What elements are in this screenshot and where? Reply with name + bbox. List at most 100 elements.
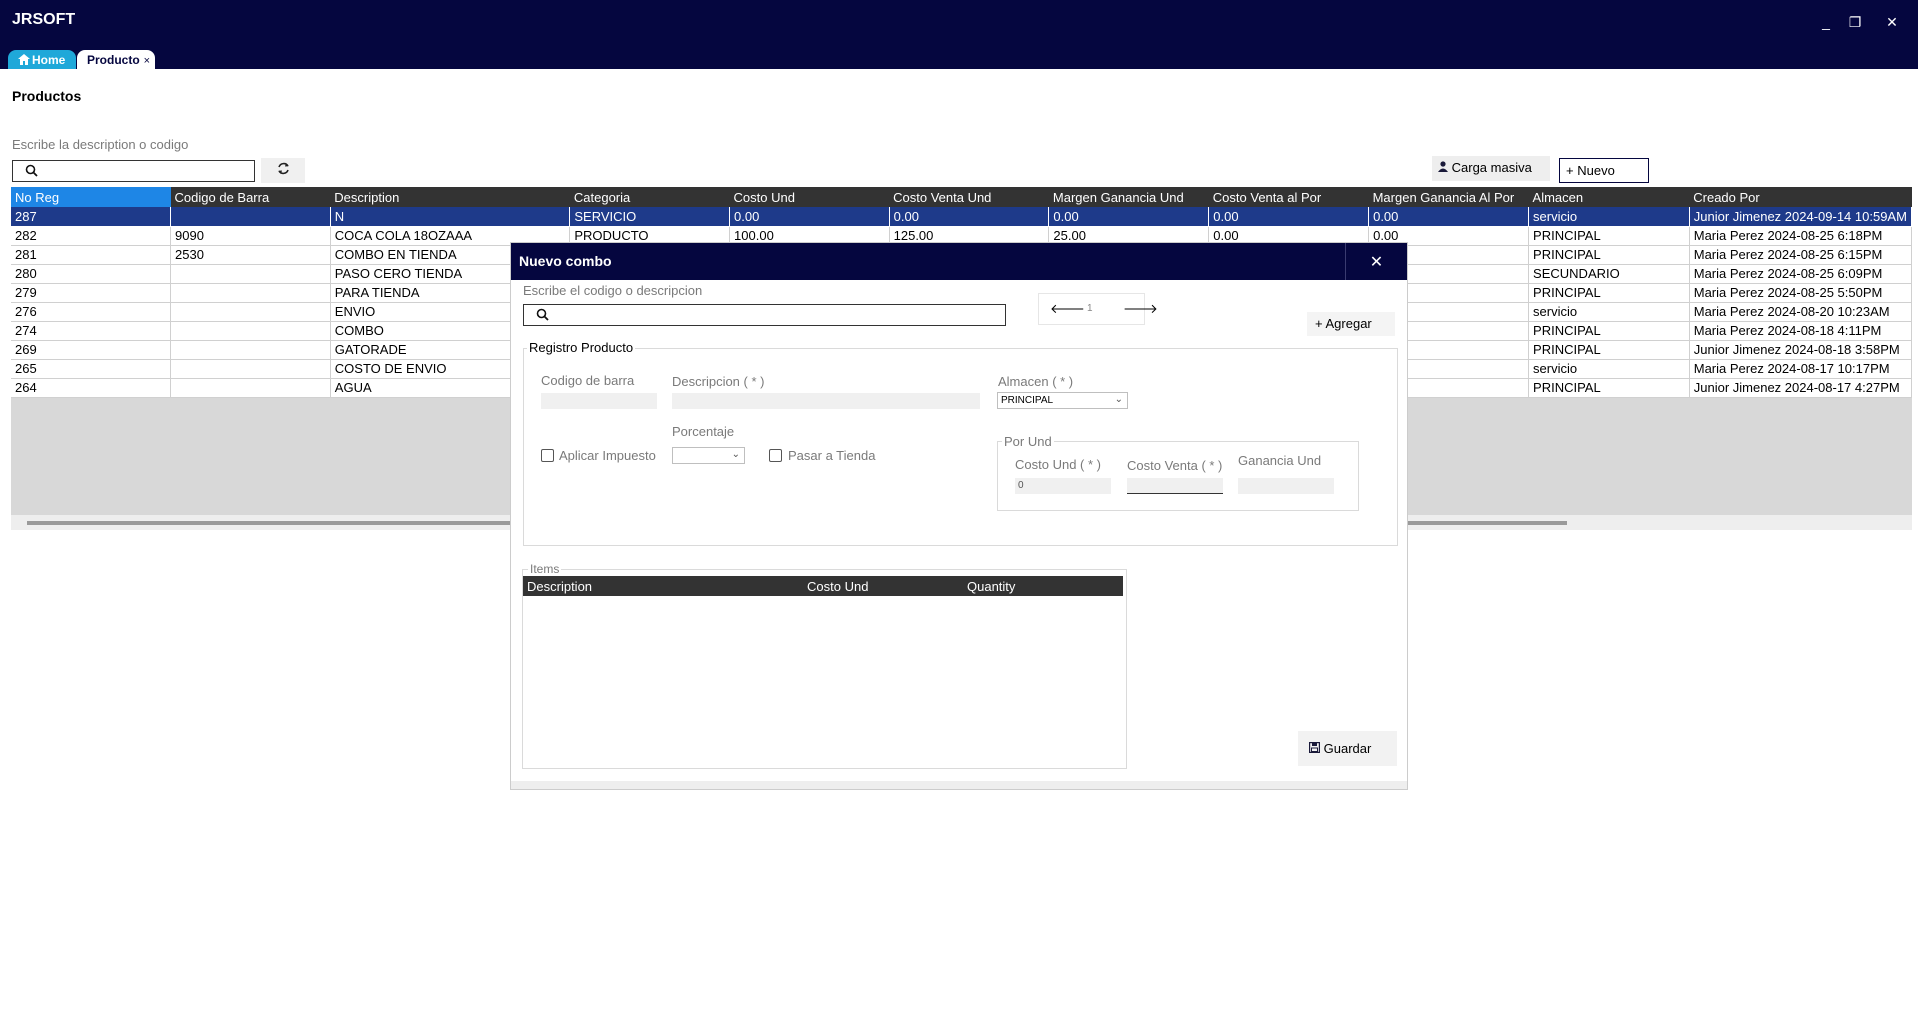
tab-producto[interactable]: Producto × <box>77 50 155 69</box>
chevron-down-icon: ⌄ <box>731 449 740 460</box>
table-cell: servicio <box>1528 302 1690 322</box>
table-cell: servicio <box>1528 207 1690 227</box>
prev-page-button[interactable]: 🡐 <box>1050 301 1085 317</box>
costo-und-input[interactable]: 0 <box>1015 478 1111 494</box>
col-header[interactable]: Description <box>330 187 570 207</box>
table-cell: 269 <box>11 340 172 360</box>
ganancia-und-input[interactable] <box>1238 478 1334 494</box>
col-header[interactable]: Costo Venta al Por <box>1208 187 1369 207</box>
items-group <box>522 569 1127 769</box>
table-cell: N <box>330 207 571 227</box>
table-cell: SECUNDARIO <box>1528 264 1690 284</box>
col-header[interactable]: Costo Und <box>729 187 890 207</box>
col-header[interactable]: Margen Ganancia Al Por <box>1368 187 1529 207</box>
table-cell: PRINCIPAL <box>1528 321 1690 341</box>
pasar-tienda-checkbox[interactable] <box>769 449 782 462</box>
tab-close-icon[interactable]: × <box>144 55 150 67</box>
next-page-button[interactable]: 🡒 <box>1123 301 1158 317</box>
table-cell: Junior Jimenez 2024-09-14 10:59AM <box>1689 207 1913 227</box>
restore-button[interactable]: ❐ <box>1845 14 1865 31</box>
search-label: Escribe la description o codigo <box>12 137 189 152</box>
items-col-header[interactable]: Description <box>527 579 592 594</box>
table-cell: 281 <box>11 245 172 265</box>
aplicar-impuesto-label: Aplicar Impuesto <box>559 448 656 463</box>
table-cell: Maria Perez 2024-08-18 4:11PM <box>1689 321 1913 341</box>
dialog-close-button[interactable]: ✕ <box>1345 243 1407 280</box>
agregar-label: Agregar <box>1325 316 1372 331</box>
dialog-title: Nuevo combo <box>519 253 612 269</box>
plus-icon: + <box>1315 316 1323 331</box>
table-cell: 264 <box>11 378 172 398</box>
pasar-tienda-label: Pasar a Tienda <box>788 448 876 463</box>
table-cell <box>170 321 331 341</box>
table-cell: Maria Perez 2024-08-17 10:17PM <box>1689 359 1913 379</box>
grid-header-row: No Reg Codigo de Barra Description Categ… <box>11 187 1912 207</box>
col-header[interactable]: Categoria <box>569 187 730 207</box>
carga-masiva-button[interactable]: Carga masiva <box>1432 156 1550 181</box>
table-cell: 2530 <box>170 245 331 265</box>
table-cell: Maria Perez 2024-08-25 5:50PM <box>1689 283 1913 303</box>
table-cell <box>170 378 331 398</box>
table-cell: Maria Perez 2024-08-20 10:23AM <box>1689 302 1913 322</box>
minimize-button[interactable]: _ <box>1816 14 1836 30</box>
table-cell <box>170 340 331 360</box>
table-cell: 0.00 <box>729 207 890 227</box>
table-cell: Junior Jimenez 2024-08-18 3:58PM <box>1689 340 1913 360</box>
nuevo-button[interactable]: + Nuevo <box>1559 158 1649 183</box>
col-header[interactable]: Costo Venta Und <box>889 187 1049 207</box>
table-cell: Maria Perez 2024-08-25 6:15PM <box>1689 245 1913 265</box>
tab-producto-label: Producto <box>87 53 140 67</box>
upload-user-icon <box>1438 161 1448 172</box>
table-cell: 274 <box>11 321 172 341</box>
col-header[interactable]: Almacen <box>1528 187 1690 207</box>
page-number: 1 <box>1087 303 1093 314</box>
items-col-header[interactable]: Quantity <box>967 579 1015 594</box>
refresh-icon <box>277 162 289 175</box>
dialog-header: Nuevo combo ✕ <box>511 243 1407 280</box>
table-cell: 279 <box>11 283 172 303</box>
table-cell: 0.00 <box>1368 207 1530 227</box>
table-row[interactable]: 287 N SERVICIO 0.00 0.00 0.00 0.00 0.00 servicio… <box>11 207 1913 227</box>
porcentaje-select[interactable]: ⌄ <box>672 447 745 464</box>
items-title: Items <box>528 562 562 576</box>
table-cell: Junior Jimenez 2024-08-17 4:27PM <box>1689 378 1913 398</box>
registro-producto-title: Registro Producto <box>527 340 636 355</box>
plus-icon: + <box>1566 163 1574 178</box>
guardar-label: Guardar <box>1323 741 1372 756</box>
table-cell: 0.00 <box>1048 207 1210 227</box>
table-cell: servicio <box>1528 359 1690 379</box>
carga-masiva-label: Carga masiva <box>1451 160 1532 175</box>
col-header[interactable]: No Reg <box>11 187 171 207</box>
search-icon <box>536 308 549 321</box>
close-window-button[interactable]: ✕ <box>1882 14 1902 31</box>
table-cell: 287 <box>11 207 172 227</box>
combo-search-input[interactable] <box>523 304 1006 326</box>
codigo-barra-label: Codigo de barra <box>541 373 635 388</box>
title-bar: JRSOFT _ ❐ ✕ Home Producto × <box>0 0 1918 69</box>
codigo-barra-input[interactable] <box>541 393 657 409</box>
table-cell <box>170 359 331 379</box>
descripcion-input[interactable] <box>672 393 980 409</box>
items-col-header[interactable]: Costo Und <box>807 579 868 594</box>
costo-venta-input[interactable] <box>1127 478 1223 494</box>
col-header[interactable]: Creado Por <box>1689 187 1912 207</box>
almacen-value: PRINCIPAL <box>1001 395 1054 406</box>
table-cell: 280 <box>11 264 172 284</box>
refresh-button[interactable] <box>261 158 305 183</box>
aplicar-impuesto-checkbox[interactable] <box>541 449 554 462</box>
search-input[interactable] <box>12 160 255 182</box>
combo-search-label: Escribe el codigo o descripcion <box>523 283 703 298</box>
col-header[interactable]: Codigo de Barra <box>170 187 331 207</box>
guardar-button[interactable]: Guardar <box>1298 731 1397 766</box>
almacen-select[interactable]: PRINCIPAL ⌄ <box>997 392 1128 409</box>
table-cell <box>170 302 331 322</box>
agregar-button[interactable]: + Agregar <box>1307 312 1395 336</box>
dialog-footer-bar <box>511 781 1407 789</box>
table-cell: Maria Perez 2024-08-25 6:09PM <box>1689 264 1913 284</box>
tab-home[interactable]: Home <box>8 50 76 69</box>
table-cell: PRINCIPAL <box>1528 283 1690 303</box>
table-cell <box>170 207 331 227</box>
col-header[interactable]: Margen Ganancia Und <box>1048 187 1209 207</box>
table-cell: 265 <box>11 359 172 379</box>
table-cell: PRINCIPAL <box>1528 226 1690 246</box>
